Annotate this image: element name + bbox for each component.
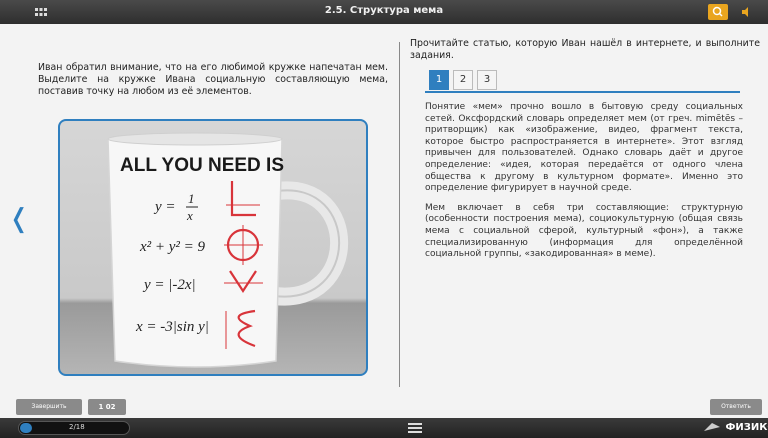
top-bar: 2.5. Структура мема — [0, 0, 768, 24]
tab-2[interactable]: 2 — [453, 70, 473, 90]
finish-button[interactable]: Завершить — [16, 399, 82, 415]
formula-fraction-den[interactable]: x — [186, 208, 193, 223]
formula-sin[interactable]: x = -3|sin y| — [135, 319, 209, 335]
article-intro: Прочитайте статью, которую Иван нашёл в … — [410, 38, 760, 61]
mug-headline[interactable]: ALL YOU NEED IS — [120, 155, 284, 176]
mug-image[interactable]: ALL YOU NEED IS y = 1 x x² + y² = 9 y = … — [58, 119, 368, 376]
article-text: Понятие «мем» прочно вошло в бытовую сре… — [425, 102, 743, 269]
lesson-content: ❬ Иван обратил внимание, что на его люби… — [0, 24, 768, 394]
column-divider — [399, 42, 400, 387]
tab-3[interactable]: 3 — [477, 70, 497, 90]
bottom-bar: 2/18 ФИЗИКОН — [0, 418, 768, 438]
formula-fraction-num[interactable]: 1 — [188, 191, 195, 206]
formula-y-1-over-x[interactable]: y = — [153, 199, 176, 215]
menu-icon[interactable] — [408, 422, 422, 434]
search-button[interactable] — [708, 4, 728, 20]
prev-arrow-icon[interactable]: ❬ — [8, 204, 30, 234]
score-counter: 1 02 — [88, 399, 126, 415]
footer-actions: Завершить 1 02 Ответить — [0, 394, 768, 418]
formula-circle[interactable]: x² + y² = 9 — [139, 239, 206, 255]
brand-logo-icon — [704, 423, 720, 431]
sound-icon — [742, 7, 748, 17]
answer-button[interactable]: Ответить — [710, 399, 762, 415]
article-tabs: 1 2 3 — [425, 68, 740, 93]
tab-1[interactable]: 1 — [429, 70, 449, 90]
search-icon — [712, 6, 723, 17]
progress-text: 2/18 — [69, 423, 85, 431]
brand: ФИЗИКОН — [702, 421, 768, 433]
sound-button[interactable] — [736, 4, 756, 20]
formula-abs[interactable]: y = |-2x| — [142, 277, 196, 293]
progress-bar[interactable]: 2/18 — [18, 421, 130, 435]
progress-fill — [20, 423, 32, 433]
page-title: 2.5. Структура мема — [324, 5, 444, 16]
article-paragraph: Мем включает в себя три составляющие: ст… — [425, 202, 743, 260]
mug-illustration[interactable]: ALL YOU NEED IS y = 1 x x² + y² = 9 y = … — [60, 121, 368, 376]
task-instruction: Иван обратил внимание, что на его любимо… — [38, 62, 388, 97]
article-paragraph: Понятие «мем» прочно вошло в бытовую сре… — [425, 102, 743, 194]
brand-name: ФИЗИКОН — [725, 422, 768, 433]
